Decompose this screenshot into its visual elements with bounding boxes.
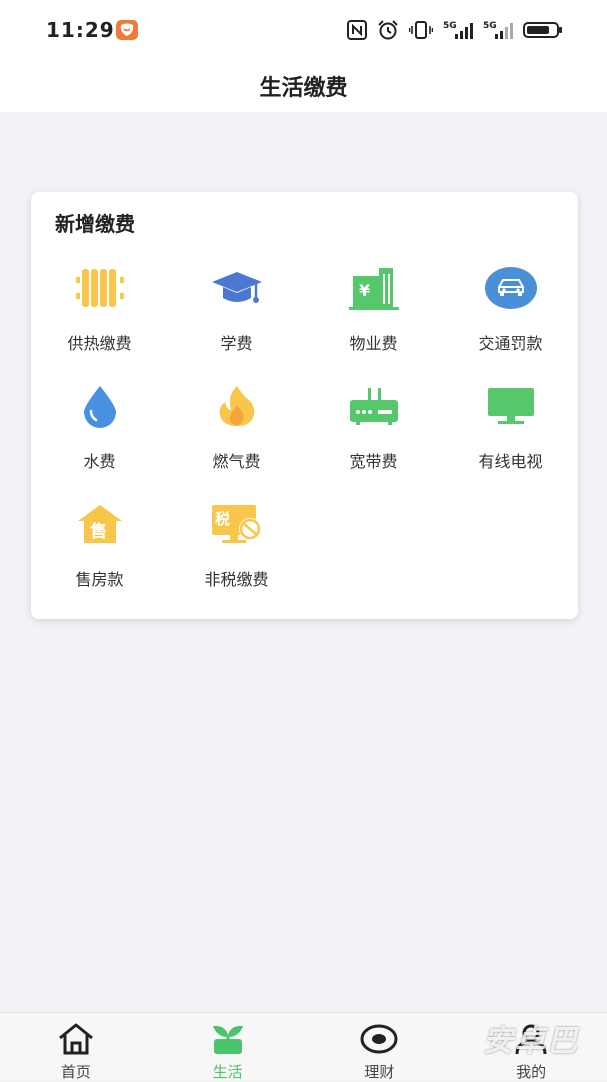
tv-icon [481, 380, 541, 432]
status-time: 11:29 [46, 18, 115, 42]
building-yuan-icon: ¥ [344, 262, 404, 314]
svg-text:税: 税 [215, 510, 230, 528]
graduation-cap-icon [207, 262, 267, 314]
tab-label: 生活 [212, 1063, 243, 1081]
tab-finance[interactable]: 理财 [304, 1013, 456, 1081]
payment-item-gas[interactable]: 燃气费 [168, 380, 305, 490]
battery-icon [523, 20, 563, 40]
payment-item-tuition[interactable]: 学费 [168, 262, 305, 372]
payment-item-label: 供热缴费 [67, 334, 132, 353]
svg-text:售: 售 [90, 521, 107, 542]
alarm-icon [377, 20, 399, 40]
payment-item-label: 售房款 [75, 570, 124, 589]
radiator-icon [70, 262, 130, 314]
svg-text:5G: 5G [443, 21, 457, 31]
car-icon [481, 262, 541, 314]
sprout-icon [209, 1023, 247, 1059]
payment-item-label: 学费 [220, 334, 253, 353]
svg-text:5G: 5G [483, 21, 497, 31]
payment-item-label: 水费 [83, 452, 116, 471]
page-header: 生活缴费 [0, 60, 607, 112]
add-payment-card: 新增缴费 供热缴费 学费 ¥ 物业费 交通罚款 水费 燃气费 宽带费 有线电视 … [31, 192, 578, 619]
payment-item-heating[interactable]: 供热缴费 [31, 262, 168, 372]
payment-item-traffic-fine[interactable]: 交通罚款 [442, 262, 579, 372]
home-icon [57, 1023, 95, 1059]
payment-item-label: 物业费 [349, 334, 398, 353]
payment-item-label: 非税缴费 [204, 570, 269, 589]
signal-5g-icon-2: 5G [483, 20, 513, 40]
tab-label: 首页 [60, 1063, 91, 1081]
payment-item-label: 宽带费 [349, 452, 398, 471]
payment-item-non-tax[interactable]: 税 非税缴费 [168, 498, 305, 608]
house-sale-icon: 售 [70, 498, 130, 550]
tab-label: 理财 [364, 1063, 395, 1081]
tab-label: 我的 [516, 1063, 547, 1081]
payment-item-label: 交通罚款 [478, 334, 543, 353]
nfc-icon [347, 20, 367, 40]
tab-life[interactable]: 生活 [152, 1013, 304, 1081]
payment-item-label: 有线电视 [478, 452, 543, 471]
status-bar: 11:29 5G 5G [0, 0, 607, 60]
card-title: 新增缴费 [55, 212, 135, 236]
vibrate-icon [409, 20, 433, 40]
payment-item-cable-tv[interactable]: 有线电视 [442, 380, 579, 490]
tab-home[interactable]: 首页 [0, 1013, 152, 1081]
svg-text:¥: ¥ [359, 281, 370, 300]
watermark: 安卓巴 [483, 1024, 579, 1059]
payment-item-broadband[interactable]: 宽带费 [305, 380, 442, 490]
signal-5g-icon-1: 5G [443, 20, 473, 40]
eye-icon [359, 1023, 399, 1059]
app-notification-icon [116, 20, 138, 40]
payment-item-property[interactable]: ¥ 物业费 [305, 262, 442, 372]
page-title: 生活缴费 [259, 76, 348, 101]
water-drop-icon [70, 380, 130, 432]
payment-item-label: 燃气费 [212, 452, 261, 471]
flame-icon [207, 380, 267, 432]
payment-item-house-sale[interactable]: 售 售房款 [31, 498, 168, 608]
tax-icon: 税 [207, 498, 267, 550]
router-icon [344, 380, 404, 432]
payment-item-water[interactable]: 水费 [31, 380, 168, 490]
status-icons: 5G 5G [347, 20, 563, 40]
